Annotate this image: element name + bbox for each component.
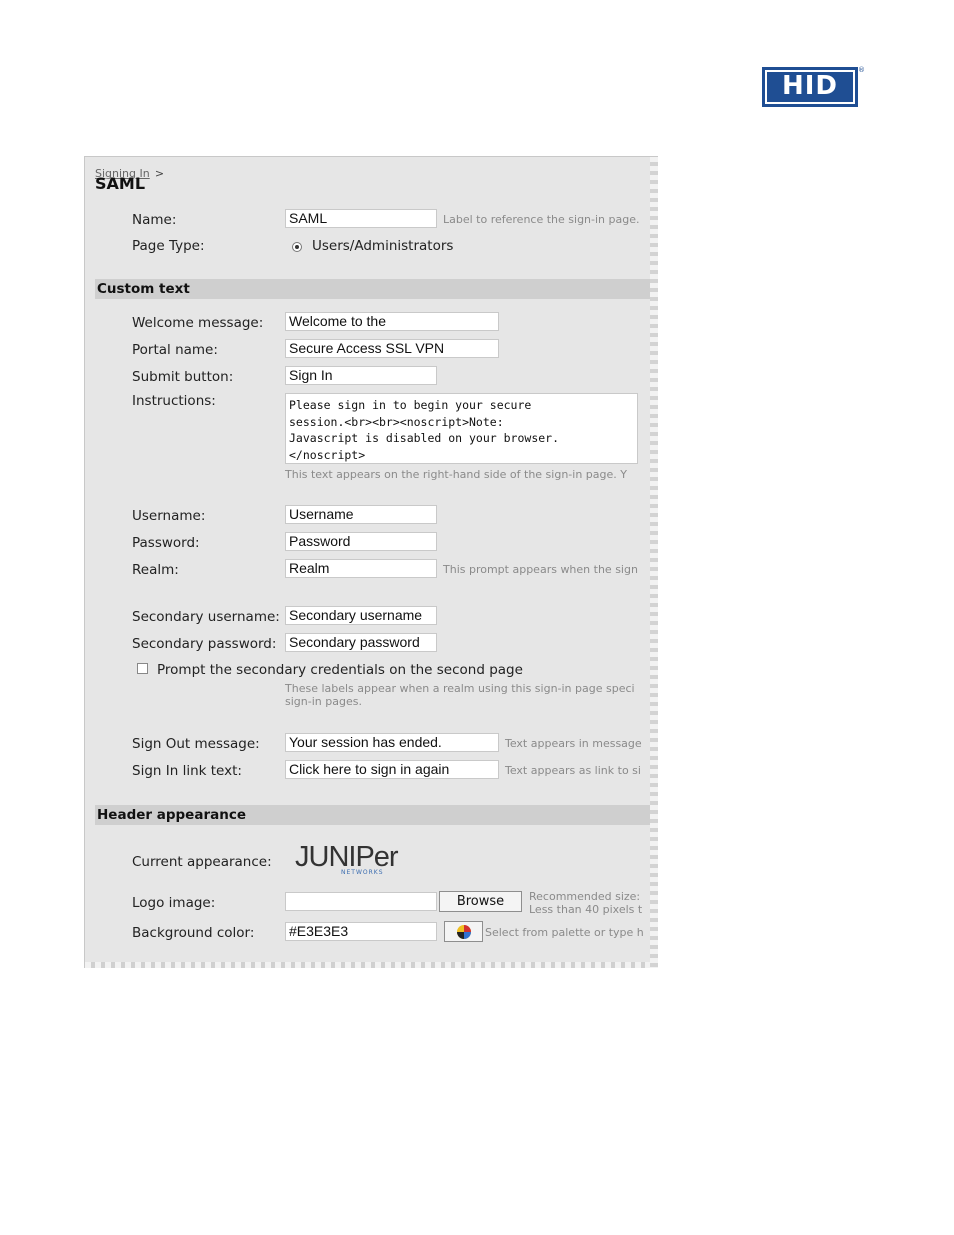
page-type-label: Page Type: — [132, 238, 205, 254]
breadcrumb-separator: > — [154, 167, 165, 180]
secondary-password-label: Secondary password: — [132, 636, 277, 652]
logo-image-field[interactable] — [285, 892, 437, 911]
portal-name-label: Portal name: — [132, 342, 218, 358]
hid-logo-text: HID — [765, 70, 855, 104]
secondary-password-field[interactable]: Secondary password — [285, 633, 437, 652]
submit-button-label: Submit button: — [132, 369, 234, 385]
sign-in-link-label: Sign In link text: — [132, 763, 242, 779]
page-title: SAML — [95, 174, 146, 193]
page-type-option-label: Users/Administrators — [312, 238, 454, 254]
page-type-radio[interactable] — [292, 242, 302, 252]
username-field[interactable]: Username — [285, 505, 437, 524]
sign-out-hint: Text appears in message — [505, 737, 642, 750]
welcome-message-label: Welcome message: — [132, 315, 264, 331]
juniper-logo-subtext: NETWORKS — [341, 869, 384, 876]
juniper-logo: JUNIPer NETWORKS — [295, 841, 399, 876]
realm-field[interactable]: Realm — [285, 559, 437, 578]
secondary-hint-line2: sign-in pages. — [285, 695, 362, 708]
secondary-hint-line1: These labels appear when a realm using t… — [285, 682, 635, 695]
realm-label: Realm: — [132, 562, 179, 578]
sign-in-link-field[interactable]: Click here to sign in again — [285, 760, 499, 779]
saml-settings-panel: Signing In > SAML Name: SAML Label to re… — [84, 156, 658, 968]
hid-logo: HID ® — [762, 66, 865, 107]
current-appearance-label: Current appearance: — [132, 854, 272, 870]
header-appearance-section-header: Header appearance — [95, 805, 651, 825]
prompt-secondary-checkbox[interactable] — [137, 663, 148, 674]
prompt-secondary-label: Prompt the secondary credentials on the … — [157, 662, 523, 678]
browse-button[interactable]: Browse — [439, 891, 522, 912]
instructions-textarea[interactable]: Please sign in to begin your secure sess… — [285, 393, 638, 464]
name-hint: Label to reference the sign-in page. — [443, 213, 640, 226]
instructions-hint: This text appears on the right-hand side… — [285, 468, 627, 481]
registered-mark: ® — [858, 66, 865, 74]
background-color-hint: Select from palette or type h — [485, 926, 644, 939]
background-color-label: Background color: — [132, 925, 255, 941]
sign-in-link-hint: Text appears as link to si — [505, 764, 641, 777]
realm-hint: This prompt appears when the sign — [443, 563, 638, 576]
torn-edge — [85, 962, 658, 968]
instructions-label: Instructions: — [132, 393, 216, 409]
submit-button-field[interactable]: Sign In — [285, 366, 437, 385]
background-color-field[interactable]: #E3E3E3 — [285, 922, 437, 941]
custom-text-section-header: Custom text — [95, 279, 651, 299]
color-palette-button[interactable] — [444, 921, 483, 942]
name-field[interactable]: SAML — [285, 209, 437, 228]
logo-image-hint-line2: Less than 40 pixels t — [529, 903, 643, 916]
sign-out-message-label: Sign Out message: — [132, 736, 260, 752]
portal-name-field[interactable]: Secure Access SSL VPN — [285, 339, 499, 358]
name-label: Name: — [132, 212, 177, 228]
welcome-message-field[interactable]: Welcome to the — [285, 312, 499, 331]
secondary-username-label: Secondary username: — [132, 609, 280, 625]
password-label: Password: — [132, 535, 200, 551]
username-label: Username: — [132, 508, 206, 524]
password-field[interactable]: Password — [285, 532, 437, 551]
sign-out-message-field[interactable]: Your session has ended. — [285, 733, 499, 752]
secondary-username-field[interactable]: Secondary username — [285, 606, 437, 625]
logo-image-label: Logo image: — [132, 895, 216, 911]
logo-image-hint-line1: Recommended size: — [529, 890, 641, 903]
color-palette-icon — [456, 925, 471, 939]
